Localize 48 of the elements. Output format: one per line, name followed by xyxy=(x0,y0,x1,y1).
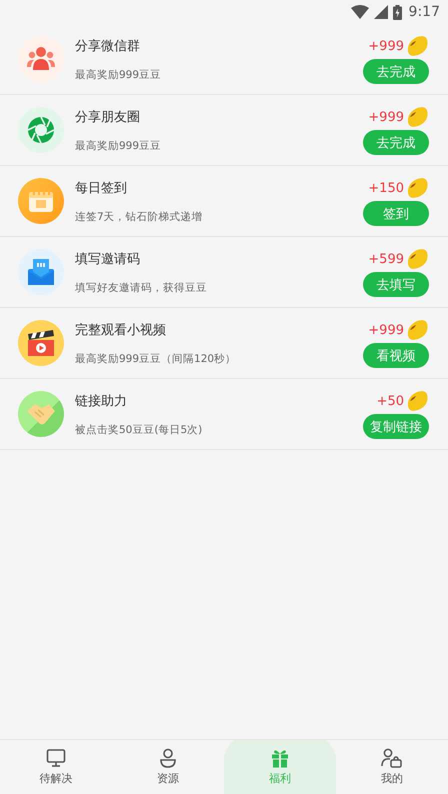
reward-amount: +599 xyxy=(368,252,404,266)
task-title: 填写邀请码 xyxy=(75,250,141,268)
task-button[interactable]: 去填写 xyxy=(363,272,429,297)
reward-amount: +150 xyxy=(368,180,404,196)
task-icon xyxy=(18,107,64,153)
bean-icon xyxy=(405,247,429,271)
reward-amount: +999 xyxy=(368,110,404,124)
task-button[interactable]: 复制链接 xyxy=(363,414,429,439)
bean-icon xyxy=(405,318,429,342)
task-button[interactable]: 看视频 xyxy=(363,343,429,368)
reward-amount: +50 xyxy=(376,394,404,408)
task-icon xyxy=(18,178,64,224)
task-description: 填写好友邀请码，获得豆豆 xyxy=(75,280,208,294)
bean-icon xyxy=(405,34,429,58)
task-title: 完整观看小视频 xyxy=(75,322,167,338)
bean-icon xyxy=(405,105,429,129)
bean-icon xyxy=(405,389,429,413)
task-description: 最高奖励999豆豆 xyxy=(75,138,162,152)
status-time: 9:17 xyxy=(408,4,440,20)
nav-tab[interactable]: 资源 xyxy=(112,740,224,794)
profile-icon xyxy=(381,748,403,768)
signal-icon xyxy=(374,5,388,19)
monitor-icon xyxy=(46,748,66,768)
task-title: 分享朋友圈 xyxy=(75,108,141,126)
battery-icon xyxy=(392,4,402,20)
task-button[interactable]: 去完成 xyxy=(363,130,429,155)
gift-icon xyxy=(270,748,290,768)
person-icon xyxy=(158,748,178,768)
task-description: 最高奖励999豆豆 xyxy=(75,68,162,82)
nav-tab[interactable]: 待解决 xyxy=(0,740,112,794)
task-button[interactable]: 签到 xyxy=(363,201,429,226)
task-icon xyxy=(18,320,64,366)
task-title: 分享微信群 xyxy=(75,38,141,54)
task-description: 被点击奖50豆豆(每日5次) xyxy=(75,422,204,436)
task-title: 链接助力 xyxy=(75,392,128,410)
bean-icon xyxy=(405,176,429,200)
reward-amount: +999 xyxy=(368,38,404,54)
task-button[interactable]: 去完成 xyxy=(363,59,429,84)
wifi-icon xyxy=(350,5,369,19)
task-icon xyxy=(18,391,64,437)
nav-tab[interactable]: 福利 xyxy=(224,740,336,794)
task-description: 连签7天，钻石阶梯式递增 xyxy=(75,210,204,224)
nav-tab[interactable]: 我的 xyxy=(336,740,448,794)
task-icon xyxy=(18,36,64,82)
task-description: 最高奖励999豆豆（间隔120秒） xyxy=(75,352,238,366)
task-title: 每日签到 xyxy=(75,180,128,196)
reward-amount: +999 xyxy=(368,322,404,338)
task-icon xyxy=(18,249,64,295)
